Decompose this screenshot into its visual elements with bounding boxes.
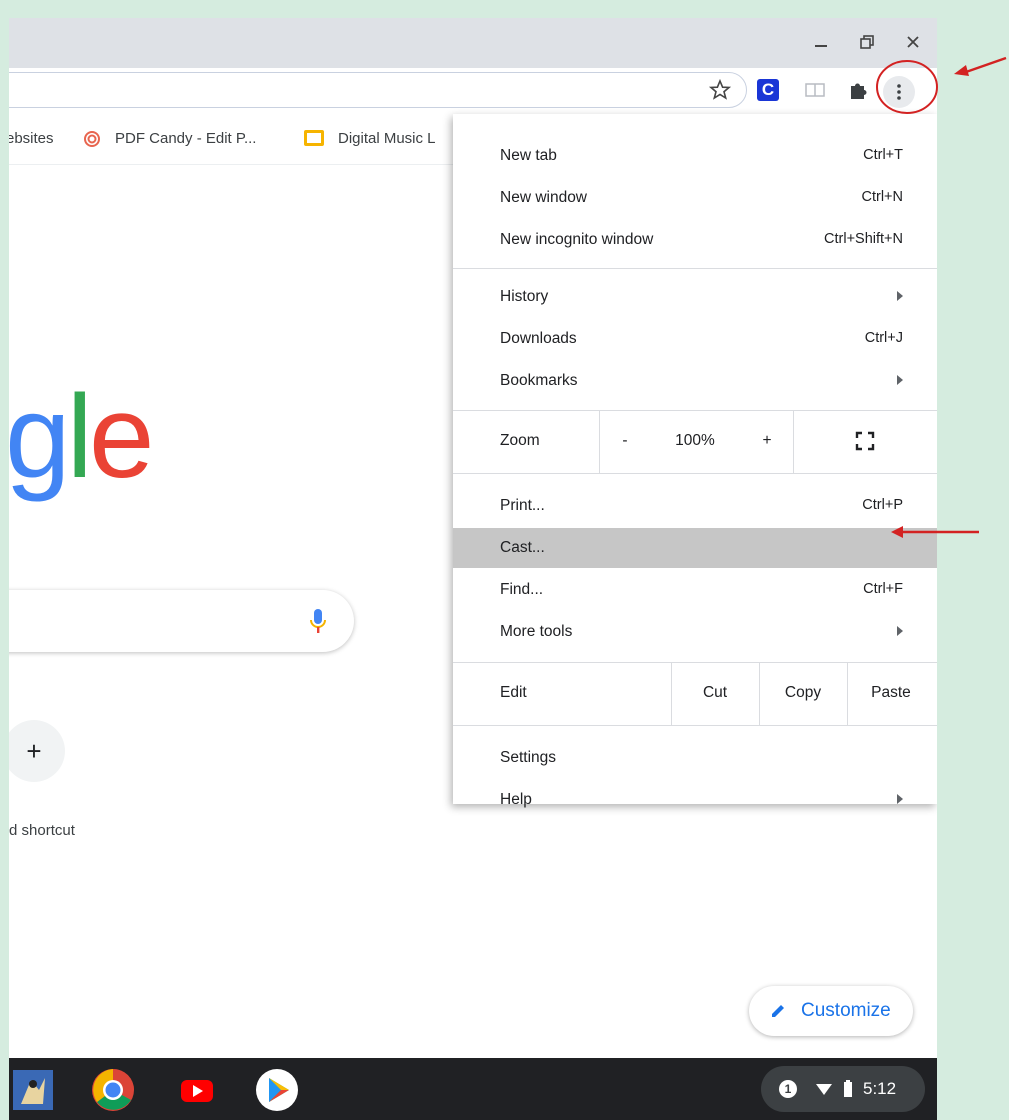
menu-divider — [453, 725, 937, 726]
customize-label: Customize — [801, 1000, 891, 1021]
launcher-app-icon[interactable] — [13, 1070, 53, 1110]
browser-window: C ebsites PDF Candy - Edit P... Digital … — [9, 18, 937, 1120]
add-shortcut-label: d shortcut — [9, 822, 75, 839]
clock-time: 5:12 — [863, 1079, 897, 1098]
menu-item-label: Find... — [500, 581, 544, 598]
add-shortcut-button[interactable]: + — [9, 720, 65, 782]
submenu-arrow-icon — [897, 291, 903, 301]
menu-item-label: Settings — [500, 749, 557, 766]
menu-row-zoom: Zoom - 100% + — [453, 411, 937, 473]
menu-item-new-tab[interactable]: New tab Ctrl+T — [453, 136, 937, 176]
wifi-icon — [816, 1084, 832, 1095]
title-bar — [9, 18, 937, 68]
cut-button[interactable]: Cut — [672, 684, 758, 702]
menu-divider — [453, 473, 937, 474]
notification-count-badge: 1 — [779, 1080, 797, 1098]
menu-item-label: Bookmarks — [500, 372, 578, 389]
submenu-arrow-icon — [897, 626, 903, 636]
fullscreen-icon[interactable] — [855, 431, 875, 451]
copy-button[interactable]: Copy — [760, 684, 846, 702]
menu-item-shortcut: Ctrl+N — [861, 189, 904, 205]
menu-item-more-tools[interactable]: More tools — [453, 612, 937, 652]
address-bar[interactable] — [9, 72, 747, 108]
menu-item-downloads[interactable]: Downloads Ctrl+J — [453, 319, 937, 359]
menu-item-label: New window — [500, 189, 588, 206]
menu-item-history[interactable]: History — [453, 277, 937, 317]
menu-row-edit: Edit Cut Copy Paste — [453, 663, 937, 725]
menu-divider — [599, 411, 600, 473]
menu-item-label: New tab — [500, 147, 557, 164]
annotation-circle-menu-button — [876, 60, 938, 114]
bookmark-item[interactable]: Digital Music L — [338, 130, 458, 147]
slides-icon — [303, 129, 325, 147]
play-store-icon[interactable] — [255, 1068, 299, 1112]
bookmark-item[interactable]: PDF Candy - Edit P... — [115, 130, 256, 147]
star-icon[interactable] — [708, 78, 732, 102]
zoom-label: Zoom — [500, 432, 540, 449]
restore-icon[interactable] — [855, 30, 879, 54]
search-input[interactable] — [9, 590, 354, 652]
toolbar: C — [9, 68, 937, 114]
menu-item-shortcut: Ctrl+Shift+N — [824, 231, 903, 247]
menu-item-new-window[interactable]: New window Ctrl+N — [453, 178, 937, 218]
menu-item-label: History — [500, 288, 549, 305]
submenu-arrow-icon — [897, 794, 903, 804]
chrome-icon[interactable] — [91, 1068, 135, 1112]
menu-item-help[interactable]: Help — [453, 780, 937, 808]
reader-extension-icon[interactable] — [802, 77, 828, 103]
menu-item-shortcut: Ctrl+T — [863, 147, 903, 163]
minimize-icon[interactable] — [809, 30, 833, 54]
chrome-main-menu: New tab Ctrl+T New window Ctrl+N New inc… — [453, 114, 937, 808]
zoom-level-value: 100% — [675, 432, 715, 449]
edit-label: Edit — [500, 684, 527, 701]
bookmark-item[interactable]: ebsites — [9, 130, 54, 147]
annotation-arrow-cast — [891, 526, 937, 538]
menu-item-label: Print... — [500, 497, 545, 514]
menu-divider — [793, 411, 794, 473]
menu-item-label: More tools — [500, 623, 573, 640]
menu-item-new-incognito-window[interactable]: New incognito window Ctrl+Shift+N — [453, 220, 937, 260]
menu-item-settings[interactable]: Settings — [453, 738, 937, 778]
paste-button[interactable]: Paste — [848, 684, 934, 702]
pdf-candy-icon — [83, 130, 101, 148]
menu-item-shortcut: Ctrl+J — [864, 330, 903, 346]
zoom-out-button[interactable]: - — [603, 432, 647, 450]
extension-c-icon[interactable]: C — [755, 77, 781, 103]
customize-button[interactable]: Customize — [749, 986, 913, 1036]
puzzle-extensions-icon[interactable] — [845, 77, 871, 103]
pencil-icon — [772, 1005, 784, 1017]
menu-item-label: Cast... — [500, 539, 545, 556]
zoom-in-button[interactable]: + — [745, 432, 789, 450]
menu-item-cast[interactable]: Cast... — [453, 528, 937, 568]
menu-item-label: New incognito window — [500, 231, 654, 248]
menu-item-shortcut: Ctrl+F — [863, 581, 903, 597]
menu-item-shortcut: Ctrl+P — [862, 497, 903, 513]
menu-item-bookmarks[interactable]: Bookmarks — [453, 361, 937, 401]
system-tray[interactable]: 1 5:12 — [761, 1066, 925, 1112]
annotation-arrow-cast-tail — [937, 530, 979, 534]
submenu-arrow-icon — [897, 375, 903, 385]
menu-item-label: Downloads — [500, 330, 577, 347]
menu-item-label: Help — [500, 791, 532, 808]
annotation-arrow-menu — [954, 56, 1007, 76]
menu-item-find[interactable]: Find... Ctrl+F — [453, 570, 937, 610]
close-icon[interactable] — [901, 30, 925, 54]
menu-item-print[interactable]: Print... Ctrl+P — [453, 486, 937, 526]
google-logo: gle — [9, 371, 154, 503]
youtube-icon[interactable] — [175, 1068, 219, 1112]
extension-c-label: C — [757, 79, 779, 101]
menu-divider — [453, 268, 937, 269]
microphone-icon[interactable] — [310, 608, 326, 634]
battery-icon — [844, 1080, 852, 1097]
taskbar: 1 5:12 — [9, 1058, 937, 1120]
